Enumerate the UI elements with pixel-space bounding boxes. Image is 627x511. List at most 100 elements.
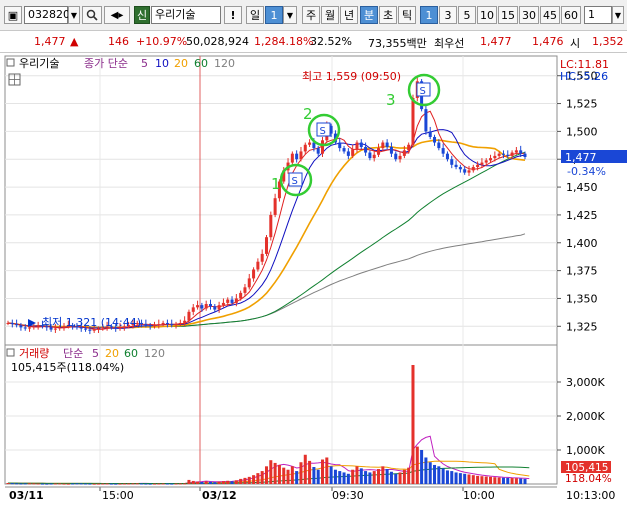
period-count[interactable]: 1 (265, 6, 283, 24)
candle-body (411, 97, 415, 145)
volume-bar (32, 483, 36, 485)
candle-body (308, 142, 312, 145)
period-year[interactable]: 년 (340, 6, 358, 24)
volume-bar (256, 473, 260, 484)
search-icon[interactable] (82, 6, 102, 24)
volume-bar (58, 483, 62, 485)
volume-bar (53, 483, 57, 485)
candle-body (342, 148, 346, 152)
low-price-label: 최저 1,321 (14:44) (42, 316, 141, 329)
minute-1[interactable]: 1 (420, 6, 438, 24)
volume-bar (15, 483, 19, 485)
candle-body (506, 154, 510, 156)
volume-bar (10, 483, 14, 485)
period-month[interactable]: 월 (321, 6, 339, 24)
candle-body (273, 198, 277, 215)
volume-bar (389, 471, 393, 484)
volume-bar (338, 471, 342, 484)
candle-body (144, 324, 148, 326)
minute-5[interactable]: 5 (458, 6, 476, 24)
volume-bar (441, 468, 445, 484)
volume-tick-label: 1,000K (566, 444, 605, 457)
candle-body (183, 320, 187, 323)
volume-bar (493, 477, 497, 484)
minute-60[interactable]: 60 (561, 6, 581, 24)
candle-body (200, 305, 204, 309)
stock-name-field[interactable]: 우리기술 (151, 6, 221, 24)
volume-bar (84, 483, 88, 485)
window-menu-icon[interactable]: ▣ (4, 6, 22, 24)
volume-bar (79, 483, 83, 485)
custom-minute-input[interactable]: 1 (584, 6, 612, 24)
minute-10[interactable]: 10 (477, 6, 497, 24)
volume-bar (152, 483, 156, 485)
period-day-button[interactable]: 일 (246, 6, 264, 24)
warning-button[interactable]: ! (224, 6, 242, 24)
candle-body (381, 142, 385, 149)
volume-bar (467, 474, 471, 484)
volume-bar (381, 466, 385, 484)
sound-icon[interactable]: ◀▸ (104, 6, 130, 24)
price-tick-label: 1,325 (566, 320, 598, 333)
period-week[interactable]: 주 (302, 6, 320, 24)
time-label-0311: 03/11 (9, 489, 44, 502)
volume-bar (450, 471, 454, 484)
period-dropdown-icon[interactable]: ▼ (283, 6, 297, 24)
minute-45[interactable]: 45 (540, 6, 560, 24)
price-volume-chart[interactable]: 1,3251,3501,3751,4001,4251,4501,4751,500… (0, 53, 627, 511)
best-quote-label: 최우선 (434, 37, 465, 50)
time-label-now: 10:13:00 (566, 489, 615, 502)
candle-body (243, 287, 247, 293)
volume-bar (131, 483, 135, 485)
volume-bar (480, 476, 484, 484)
volume-bar (109, 483, 113, 485)
candle-body (480, 162, 484, 165)
custom-minute-dropdown-icon[interactable]: ▼ (612, 6, 624, 24)
legend-ma20: 20 (174, 57, 188, 70)
minute-30[interactable]: 30 (519, 6, 539, 24)
legend-ma5: 5 (141, 57, 148, 70)
volume-axis: 1,000K 2,000K 3,000K (557, 376, 605, 457)
candle-body (463, 169, 467, 173)
stock-code-input[interactable]: 032820 (24, 6, 70, 24)
volume-legend-label: 거래량 (19, 347, 49, 360)
volume-bar (234, 480, 238, 484)
candle-body (364, 146, 368, 153)
candle-body (187, 311, 191, 321)
candle-body (510, 152, 514, 156)
volume-bar (226, 480, 230, 484)
interval-second[interactable]: 초 (379, 6, 397, 24)
code-dropdown-icon[interactable]: ▼ (68, 6, 80, 24)
candle-body (88, 329, 92, 331)
candle-body (316, 148, 320, 154)
svg-text:S: S (420, 86, 426, 97)
volume-bar (312, 467, 316, 484)
minute-3[interactable]: 3 (439, 6, 457, 24)
volume-bar (114, 483, 118, 485)
volume-bar (269, 460, 273, 484)
volume-bar (140, 483, 144, 485)
candle-body (264, 237, 269, 254)
time-label-0312: 03/12 (202, 489, 237, 502)
candle-body (28, 327, 32, 329)
current-pct-label: -0.34% (567, 165, 606, 178)
candle-body (398, 155, 402, 160)
candle-body (161, 322, 165, 325)
current-volume-pct: 118.04% (565, 473, 612, 485)
candle-body (493, 155, 497, 159)
candle-body (424, 109, 428, 132)
candle-body (467, 170, 471, 173)
interval-minute[interactable]: 분 (360, 6, 378, 24)
volume-bar (407, 467, 411, 484)
volume-bar (329, 466, 333, 484)
toolbar: ▣ 032820 ▼ ◀▸ 신 우리기술 ! 일 1 ▼ 주 월 년 분 초 틱… (0, 0, 627, 31)
candle-body (514, 150, 518, 153)
candle-body (402, 150, 406, 156)
candle-body (165, 322, 169, 325)
open-price: 1,352 (592, 35, 624, 48)
price-panel-frame (4, 55, 558, 346)
volume-bar (355, 466, 359, 484)
interval-tick[interactable]: 틱 (398, 6, 416, 24)
minute-15[interactable]: 15 (498, 6, 518, 24)
volume-bar (433, 464, 437, 484)
